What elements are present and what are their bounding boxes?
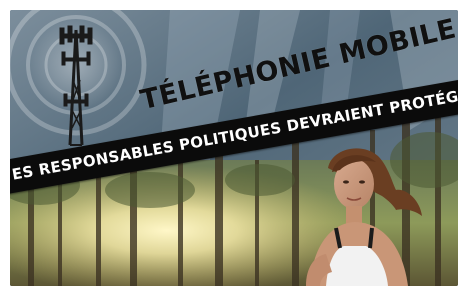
photo-frame: TÉLÉPHONIE MOBILE : ES RESPONSABLES POLI… — [10, 10, 458, 286]
photo-scene — [10, 10, 458, 286]
